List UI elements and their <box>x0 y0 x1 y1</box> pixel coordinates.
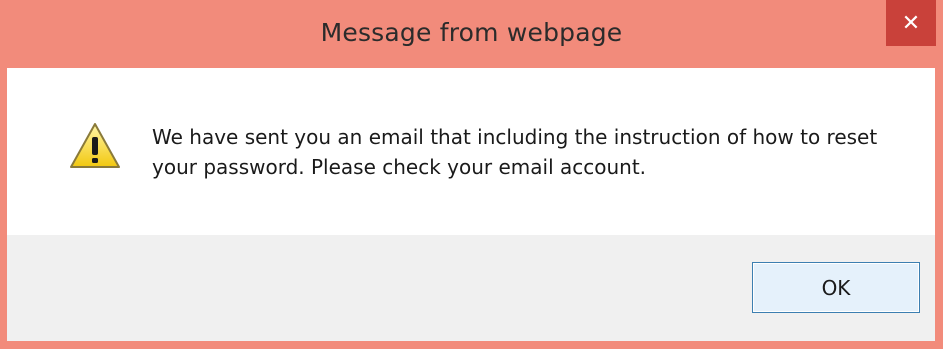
button-bar: OK <box>7 235 935 341</box>
close-icon: ✕ <box>901 10 921 36</box>
dialog-body: We have sent you an email that including… <box>7 68 935 341</box>
ok-button[interactable]: OK <box>752 262 920 313</box>
warning-icon <box>70 123 120 168</box>
window-title: Message from webpage <box>320 18 623 47</box>
dialog-window: Message from webpage ✕ We have sent you … <box>0 0 943 349</box>
message-area: We have sent you an email that including… <box>7 68 935 235</box>
close-button[interactable]: ✕ <box>886 0 936 46</box>
message-text: We have sent you an email that including… <box>152 125 878 179</box>
title-bar[interactable]: Message from webpage ✕ <box>0 0 943 68</box>
